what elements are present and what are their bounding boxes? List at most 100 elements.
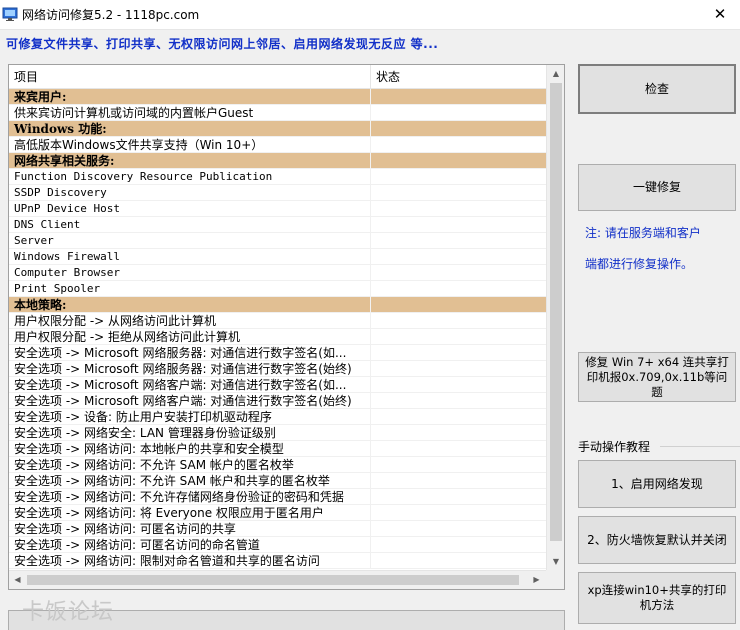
check-button[interactable]: 检查	[578, 64, 736, 114]
list-item[interactable]: 用户权限分配 -> 从网络访问此计算机	[9, 313, 546, 329]
item-status	[371, 201, 546, 217]
item-status	[371, 457, 546, 473]
list-item[interactable]: 供来宾访问计算机或访问域的内置帐户Guest	[9, 105, 546, 121]
list-item[interactable]: UPnP Device Host	[9, 201, 546, 217]
item-status	[371, 121, 546, 137]
note-line-1: 注: 请在服务端和客户	[585, 226, 701, 240]
item-label: 安全选项 -> 网络访问: 不允许存储网络身份验证的密码和凭据	[9, 489, 371, 505]
item-status	[371, 361, 546, 377]
list-item[interactable]: 安全选项 -> 网络访问: 不允许 SAM 帐户的匿名枚举	[9, 457, 546, 473]
item-status	[371, 329, 546, 345]
list-item[interactable]: Windows Firewall	[9, 249, 546, 265]
item-status	[371, 89, 546, 105]
horizontal-scrollbar[interactable]: ◀ ▶	[9, 570, 546, 589]
list-item[interactable]: Print Spooler	[9, 281, 546, 297]
fix-printer-error-button[interactable]: 修复 Win 7+ x64 连共享打印机报0x.709,0x.11b等问题	[578, 352, 736, 402]
item-status	[371, 249, 546, 265]
column-header-item[interactable]: 项目	[9, 65, 371, 89]
list-item[interactable]: 安全选项 -> 网络安全: LAN 管理器身份验证级别	[9, 425, 546, 441]
list-section-row[interactable]: 网络共享相关服务:	[9, 153, 546, 169]
item-label: 安全选项 -> 网络访问: 将 Everyone 权限应用于匿名用户	[9, 505, 371, 521]
item-label: 安全选项 -> 网络访问: 本地帐户的共享和安全模型	[9, 441, 371, 457]
item-label: DNS Client	[9, 217, 371, 233]
item-label: Windows Firewall	[9, 249, 371, 265]
vertical-scrollbar[interactable]: ▲ ▼	[546, 65, 564, 570]
xp-connect-printer-button[interactable]: xp连接win10+共享的打印机方法	[578, 572, 736, 624]
list-item[interactable]: 安全选项 -> 网络访问: 本地帐户的共享和安全模型	[9, 441, 546, 457]
check-items-list[interactable]: 项目 状态 来宾用户: 供来宾访问计算机或访问域的内置帐户Guest Windows…	[8, 64, 565, 590]
list-item[interactable]: 安全选项 -> 网络访问: 限制对命名管道和共享的匿名访问	[9, 553, 546, 569]
scroll-up-arrow-icon[interactable]: ▲	[547, 65, 564, 82]
scroll-down-arrow-icon[interactable]: ▼	[547, 553, 564, 570]
enable-network-discovery-button[interactable]: 1、启用网络发现	[578, 460, 736, 508]
item-status	[371, 233, 546, 249]
item-label: 安全选项 -> Microsoft 网络服务器: 对通信进行数字签名(如...	[9, 345, 371, 361]
group-divider	[660, 446, 740, 447]
item-label: 用户权限分配 -> 拒绝从网络访问此计算机	[9, 329, 371, 345]
list-item[interactable]: Computer Browser	[9, 265, 546, 281]
list-item[interactable]: 安全选项 -> Microsoft 网络服务器: 对通信进行数字签名(始终)	[9, 361, 546, 377]
list-section-row[interactable]: Windows 功能:	[9, 121, 546, 137]
horizontal-scroll-thumb[interactable]	[27, 575, 519, 585]
item-status	[371, 297, 546, 313]
item-label: Function Discovery Resource Publication	[9, 169, 371, 185]
list-item[interactable]: 安全选项 -> Microsoft 网络服务器: 对通信进行数字签名(如...	[9, 345, 546, 361]
section-label: 来宾用户:	[9, 89, 371, 105]
list-item[interactable]: 用户权限分配 -> 拒绝从网络访问此计算机	[9, 329, 546, 345]
network-app-icon	[2, 7, 18, 21]
item-label: Print Spooler	[9, 281, 371, 297]
list-item[interactable]: 高低版本Windows文件共享支持（Win 10+）	[9, 137, 546, 153]
close-button[interactable]: ✕	[700, 0, 740, 30]
column-header-status[interactable]: 状态	[371, 65, 546, 89]
list-item[interactable]: DNS Client	[9, 217, 546, 233]
item-label: 安全选项 -> 设备: 防止用户安装打印机驱动程序	[9, 409, 371, 425]
vertical-scroll-thumb[interactable]	[550, 83, 562, 541]
section-label: 网络共享相关服务:	[9, 153, 371, 169]
window-title: 网络访问修复5.2 - 1118pc.com	[22, 8, 200, 22]
item-label: 供来宾访问计算机或访问域的内置帐户Guest	[9, 105, 371, 121]
item-label: 安全选项 -> 网络安全: LAN 管理器身份验证级别	[9, 425, 371, 441]
list-item[interactable]: 安全选项 -> 网络访问: 不允许 SAM 帐户和共享的匿名枚举	[9, 473, 546, 489]
list-item[interactable]: Function Discovery Resource Publication	[9, 169, 546, 185]
list-section-row[interactable]: 本地策略:	[9, 297, 546, 313]
watermark: 卡饭论坛	[22, 600, 115, 625]
list-body: 来宾用户: 供来宾访问计算机或访问域的内置帐户Guest Windows 功能: 高低…	[9, 89, 546, 570]
list-item[interactable]: 安全选项 -> 网络访问: 将 Everyone 权限应用于匿名用户	[9, 505, 546, 521]
item-status	[371, 153, 546, 169]
list-item[interactable]: 安全选项 -> 网络访问: 不允许存储网络身份验证的密码和凭据	[9, 489, 546, 505]
list-item[interactable]: Server	[9, 233, 546, 249]
item-label: 安全选项 -> 网络访问: 限制对命名管道和共享的匿名访问	[9, 553, 371, 569]
list-section-row[interactable]: 来宾用户:	[9, 89, 546, 105]
item-status	[371, 105, 546, 121]
item-status	[371, 425, 546, 441]
item-status	[371, 313, 546, 329]
item-status	[371, 505, 546, 521]
item-label: 安全选项 -> Microsoft 网络客户端: 对通信进行数字签名(如...	[9, 377, 371, 393]
scroll-left-arrow-icon[interactable]: ◀	[9, 571, 26, 589]
section-label: 本地策略:	[9, 297, 371, 313]
note-line-2: 端都进行修复操作。	[585, 257, 694, 271]
item-label: 用户权限分配 -> 从网络访问此计算机	[9, 313, 371, 329]
one-click-fix-button[interactable]: 一键修复	[578, 164, 736, 211]
item-status	[371, 345, 546, 361]
scroll-right-arrow-icon[interactable]: ▶	[528, 571, 545, 589]
list-item[interactable]: 安全选项 -> 网络访问: 可匿名访问的命名管道	[9, 537, 546, 553]
item-label: Server	[9, 233, 371, 249]
list-item[interactable]: 安全选项 -> Microsoft 网络客户端: 对通信进行数字签名(始终)	[9, 393, 546, 409]
firewall-restore-button[interactable]: 2、防火墙恢复默认并关闭	[578, 516, 736, 564]
list-item[interactable]: 安全选项 -> Microsoft 网络客户端: 对通信进行数字签名(如...	[9, 377, 546, 393]
item-status	[371, 169, 546, 185]
list-item[interactable]: 安全选项 -> 设备: 防止用户安装打印机驱动程序	[9, 409, 546, 425]
item-status	[371, 281, 546, 297]
item-label: 安全选项 -> Microsoft 网络服务器: 对通信进行数字签名(始终)	[9, 361, 371, 377]
item-label: UPnP Device Host	[9, 201, 371, 217]
list-header: 项目 状态	[9, 65, 546, 89]
item-label: 安全选项 -> 网络访问: 不允许 SAM 帐户的匿名枚举	[9, 457, 371, 473]
item-status	[371, 377, 546, 393]
list-item[interactable]: SSDP Discovery	[9, 185, 546, 201]
item-status	[371, 473, 546, 489]
item-label: 安全选项 -> 网络访问: 不允许 SAM 帐户和共享的匿名枚举	[9, 473, 371, 489]
item-status	[371, 137, 546, 153]
list-item[interactable]: 安全选项 -> 网络访问: 可匿名访问的共享	[9, 521, 546, 537]
item-label: SSDP Discovery	[9, 185, 371, 201]
